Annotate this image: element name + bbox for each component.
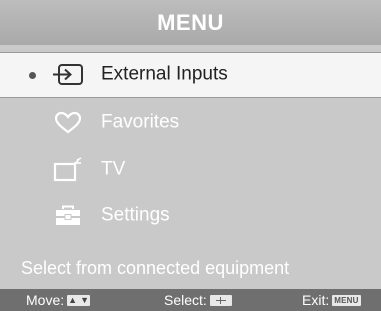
select-label: Select: bbox=[164, 292, 207, 308]
menu-item-label: Favorites bbox=[101, 111, 180, 133]
toolbox-icon bbox=[52, 203, 84, 229]
enter-key-icon bbox=[209, 294, 232, 306]
tv-menu: MENU External Inputs Favorites TV Settin… bbox=[0, 0, 381, 311]
input-icon bbox=[52, 62, 84, 88]
menu-key-icon: MENU bbox=[332, 294, 361, 306]
move-hint: Move: ▲ ▼ bbox=[26, 292, 91, 308]
menu-item-external-inputs[interactable]: External Inputs bbox=[0, 52, 381, 98]
menu-header: MENU bbox=[0, 0, 381, 45]
status-description: Select from connected equipment bbox=[21, 258, 290, 278]
menu-item-label: Settings bbox=[101, 204, 170, 226]
heart-icon bbox=[52, 110, 84, 136]
menu-item-tv[interactable]: TV bbox=[0, 147, 381, 193]
menu-item-label: External Inputs bbox=[101, 63, 228, 85]
move-label: Move: bbox=[26, 292, 65, 308]
exit-label: Exit: bbox=[302, 292, 330, 308]
menu-title: MENU bbox=[157, 9, 224, 35]
menu-item-label: TV bbox=[101, 158, 126, 180]
arrow-keys-icon: ▲ ▼ bbox=[67, 294, 91, 306]
menu-item-settings[interactable]: Settings bbox=[0, 193, 381, 239]
menu-item-favorites[interactable]: Favorites bbox=[0, 100, 381, 146]
exit-hint: Exit: MENU bbox=[302, 292, 361, 308]
tv-icon bbox=[52, 157, 84, 183]
select-hint: Select: bbox=[164, 292, 232, 308]
footer-bar: Move: ▲ ▼ Select: Exit: MENU bbox=[0, 289, 381, 311]
selection-bullet bbox=[29, 72, 36, 79]
